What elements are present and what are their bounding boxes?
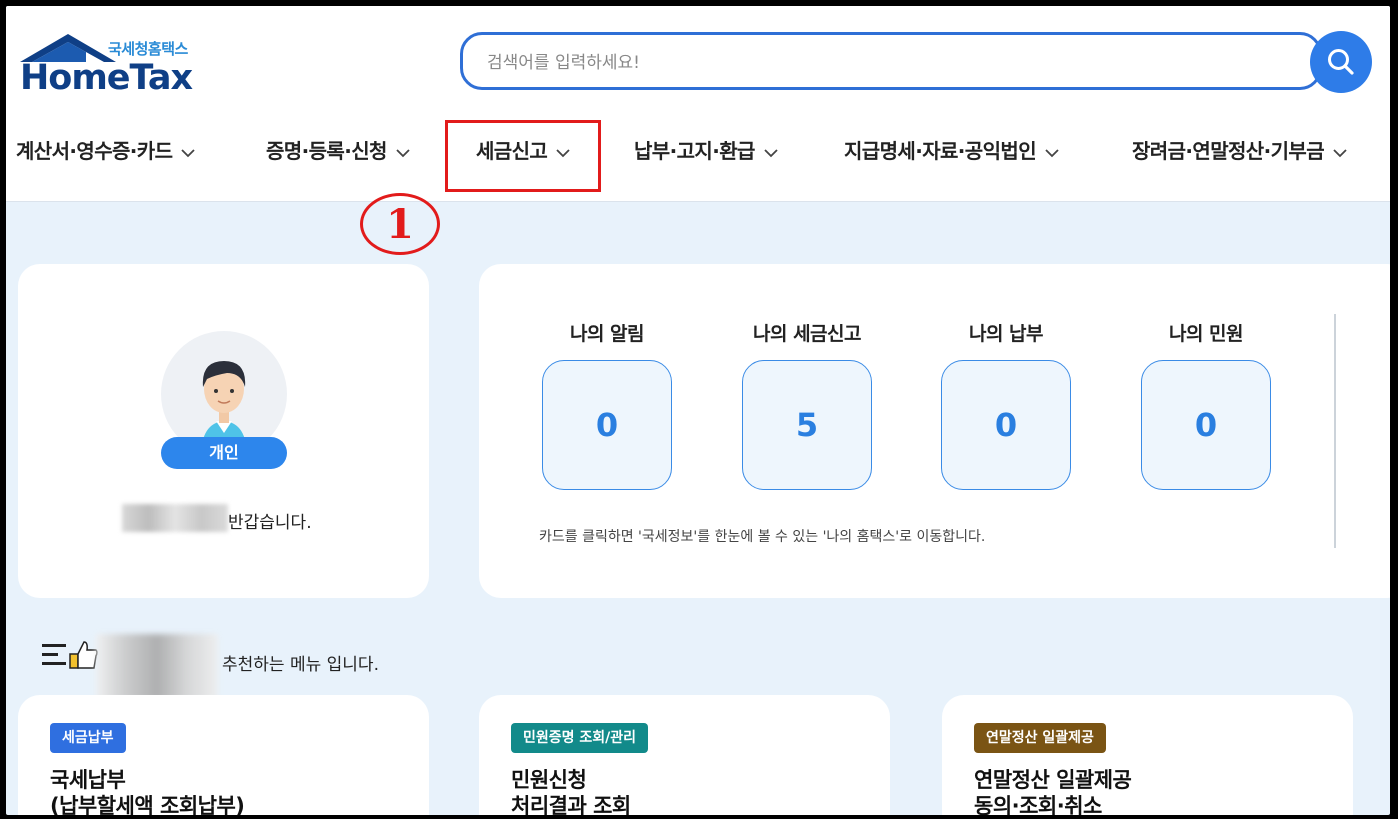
card-title: 민원신청 처리결과 조회 <box>511 767 631 815</box>
nav-item-label: 장려금·연말정산·기부금 <box>1132 139 1325 163</box>
stat-title-payment: 나의 납부 <box>968 323 1044 345</box>
recommend-card-civil-request[interactable]: 민원증명 조회/관리 민원신청 처리결과 조회 <box>479 695 890 815</box>
chevron-down-icon <box>764 148 778 157</box>
card-title: 연말정산 일괄제공 동의·조회·취소 <box>974 767 1132 815</box>
page-frame: 국세청홈택스 HomeTax 계산서·영수증·카드 증명·등록·신청 세금신고 … <box>6 6 1390 815</box>
card-title-line: 국세납부 <box>50 768 126 792</box>
stat-title-tax-filing: 나의 세금신고 <box>753 323 862 345</box>
logo-subtitle: 국세청홈택스 <box>108 40 188 58</box>
user-type-badge: 개인 <box>161 437 287 469</box>
stat-card-civil[interactable]: 0 <box>1141 360 1271 490</box>
nav-item-label: 증명·등록·신청 <box>266 139 387 163</box>
category-tag: 세금납부 <box>50 723 126 753</box>
category-tag: 민원증명 조회/관리 <box>511 723 649 753</box>
chevron-down-icon <box>181 148 196 157</box>
nav-item-statements[interactable]: 지급명세·자료·공익법인 <box>844 135 1060 164</box>
recommend-card-year-end[interactable]: 연말정산 일괄제공 연말정산 일괄제공 동의·조회·취소 <box>942 695 1353 815</box>
nav-item-invoice[interactable]: 계산서·영수증·카드 <box>16 135 196 164</box>
nav-item-label: 지급명세·자료·공익법인 <box>844 139 1037 163</box>
stats-note: 카드를 클릭하면 '국세정보'를 한눈에 볼 수 있는 '나의 홈택스'로 이동… <box>539 529 986 545</box>
search-icon <box>1328 49 1354 75</box>
nav-item-payment[interactable]: 납부·고지·환급 <box>634 135 779 164</box>
nav-item-certificate[interactable]: 증명·등록·신청 <box>266 135 411 164</box>
stat-card-alerts[interactable]: 0 <box>542 360 672 490</box>
profile-card[interactable]: 개인 반갑습니다. <box>18 264 429 598</box>
main-nav: 계산서·영수증·카드 증명·등록·신청 세금신고 납부·고지·환급 지급명세·자… <box>6 121 1390 181</box>
search-input[interactable] <box>485 49 1269 77</box>
recommend-heading: 추천하는 메뉴 입니다. <box>222 655 379 675</box>
category-tag: 연말정산 일괄제공 <box>974 723 1106 753</box>
stat-title-alerts: 나의 알림 <box>569 323 645 345</box>
my-hometax-summary: 나의 알림 0 나의 세금신고 5 나의 납부 0 나의 민원 0 카드를 클릭… <box>479 264 1390 598</box>
card-title-line: 연말정산 일괄제공 <box>974 768 1132 792</box>
divider <box>1334 314 1336 548</box>
stat-title-civil: 나의 민원 <box>1168 323 1244 345</box>
search-button[interactable] <box>1310 31 1372 93</box>
annotation-step-marker: 1 <box>360 193 440 255</box>
thumbs-up-menu-icon <box>42 641 98 669</box>
annotation-highlight-box <box>445 120 601 192</box>
logo-title: HomeTax <box>20 58 193 98</box>
chevron-down-icon <box>1333 148 1347 157</box>
search-bar <box>460 32 1322 90</box>
greeting-text: 반갑습니다. <box>228 513 312 533</box>
redacted-username <box>122 504 228 532</box>
nav-item-label: 계산서·영수증·카드 <box>16 139 173 163</box>
stat-card-tax-filing[interactable]: 5 <box>742 360 872 490</box>
header: 국세청홈택스 HomeTax 계산서·영수증·카드 증명·등록·신청 세금신고 … <box>6 6 1390 202</box>
recommend-card-tax-payment[interactable]: 세금납부 국세납부 (납부할세액 조회납부) <box>18 695 429 815</box>
chevron-down-icon <box>396 148 410 157</box>
nav-item-label: 납부·고지·환급 <box>634 139 755 163</box>
nav-item-incentive[interactable]: 장려금·연말정산·기부금 <box>1132 135 1348 164</box>
chevron-down-icon <box>1045 148 1059 157</box>
card-title-line: 민원신청 <box>511 768 587 792</box>
card-title-line: (납부할세액 조회납부) <box>50 794 245 815</box>
redacted-username <box>96 634 218 700</box>
card-title: 국세납부 (납부할세액 조회납부) <box>50 767 245 815</box>
card-title-line: 처리결과 조회 <box>511 794 631 815</box>
card-title-line: 동의·조회·취소 <box>974 794 1102 815</box>
hometax-logo[interactable]: 국세청홈택스 HomeTax <box>16 32 206 102</box>
stat-card-payment[interactable]: 0 <box>941 360 1071 490</box>
